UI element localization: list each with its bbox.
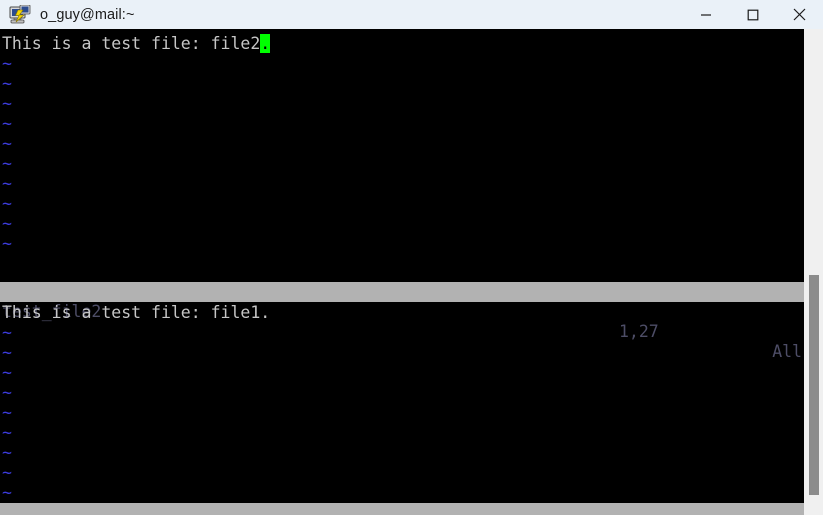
tilde-glyph: ~ <box>2 363 12 382</box>
tilde-glyph: ~ <box>2 234 12 253</box>
tilde-filler-line: ~ <box>0 363 804 383</box>
tilde-glyph: ~ <box>2 174 12 193</box>
window-controls <box>682 0 823 29</box>
tilde-filler-line: ~ <box>0 423 804 443</box>
tilde-filler-line: ~ <box>0 74 804 94</box>
minimize-button[interactable] <box>682 0 729 29</box>
window-title: o_guy@mail:~ <box>40 6 135 23</box>
lower-pane-text-line: This is a test file: file1. <box>0 303 804 323</box>
tilde-filler-line: ~ <box>0 114 804 134</box>
putty-terminal-window: o_guy@mail:~ This is a test file: file2.… <box>0 0 823 515</box>
lower-pane-status-line: test_file1 1,27 All <box>0 503 804 515</box>
tilde-filler-line: ~ <box>0 443 804 463</box>
tilde-glyph: ~ <box>2 343 12 362</box>
tilde-glyph: ~ <box>2 483 12 502</box>
tilde-glyph: ~ <box>2 54 12 73</box>
maximize-button[interactable] <box>729 0 776 29</box>
tilde-filler-line: ~ <box>0 463 804 483</box>
tilde-filler-line: ~ <box>0 154 804 174</box>
tilde-filler-line: ~ <box>0 194 804 214</box>
tilde-glyph: ~ <box>2 74 12 93</box>
upper-pane-status-line: test_file2 1,27 All <box>0 282 804 361</box>
tilde-glyph: ~ <box>2 94 12 113</box>
tilde-filler-line: ~ <box>0 383 804 403</box>
tilde-glyph: ~ <box>2 383 12 402</box>
tilde-glyph: ~ <box>2 443 12 462</box>
tilde-glyph: ~ <box>2 463 12 482</box>
tilde-filler-line: ~ <box>0 54 804 74</box>
terminal-scrollbar[interactable] <box>804 29 823 515</box>
putty-terminal-icon <box>9 4 31 25</box>
terminal-screen[interactable]: This is a test file: file2. ~ ~ ~ ~ ~ ~ ~ ~ ~ ~ t… <box>0 29 804 515</box>
scrollbar-thumb[interactable] <box>809 275 819 495</box>
tilde-filler-line: ~ <box>0 94 804 114</box>
title-bar[interactable]: o_guy@mail:~ <box>0 0 823 29</box>
upper-pane-text-line: This is a test file: file2. <box>0 34 804 54</box>
tilde-filler-line: ~ <box>0 403 804 423</box>
close-button[interactable] <box>776 0 823 29</box>
scrollbar-corner <box>804 503 823 515</box>
tilde-glyph: ~ <box>2 323 12 342</box>
tilde-filler-line: ~ <box>0 343 804 363</box>
tilde-filler-line: ~ <box>0 234 804 254</box>
tilde-filler-line: ~ <box>0 134 804 154</box>
tilde-glyph: ~ <box>2 114 12 133</box>
upper-pane-text: This is a test file: file2 <box>2 34 261 53</box>
lower-pane-text: This is a test file: file1. <box>2 303 271 322</box>
tilde-filler-line: ~ <box>0 483 804 503</box>
tilde-glyph: ~ <box>2 403 12 422</box>
tilde-glyph: ~ <box>2 214 12 233</box>
text-cursor: . <box>260 34 271 53</box>
tilde-glyph: ~ <box>2 134 12 153</box>
tilde-filler-line: ~ <box>0 174 804 194</box>
tilde-filler-line: ~ <box>0 323 804 343</box>
tilde-filler-line: ~ <box>0 214 804 234</box>
tilde-glyph: ~ <box>2 194 12 213</box>
tilde-glyph: ~ <box>2 154 12 173</box>
tilde-glyph: ~ <box>2 423 12 442</box>
